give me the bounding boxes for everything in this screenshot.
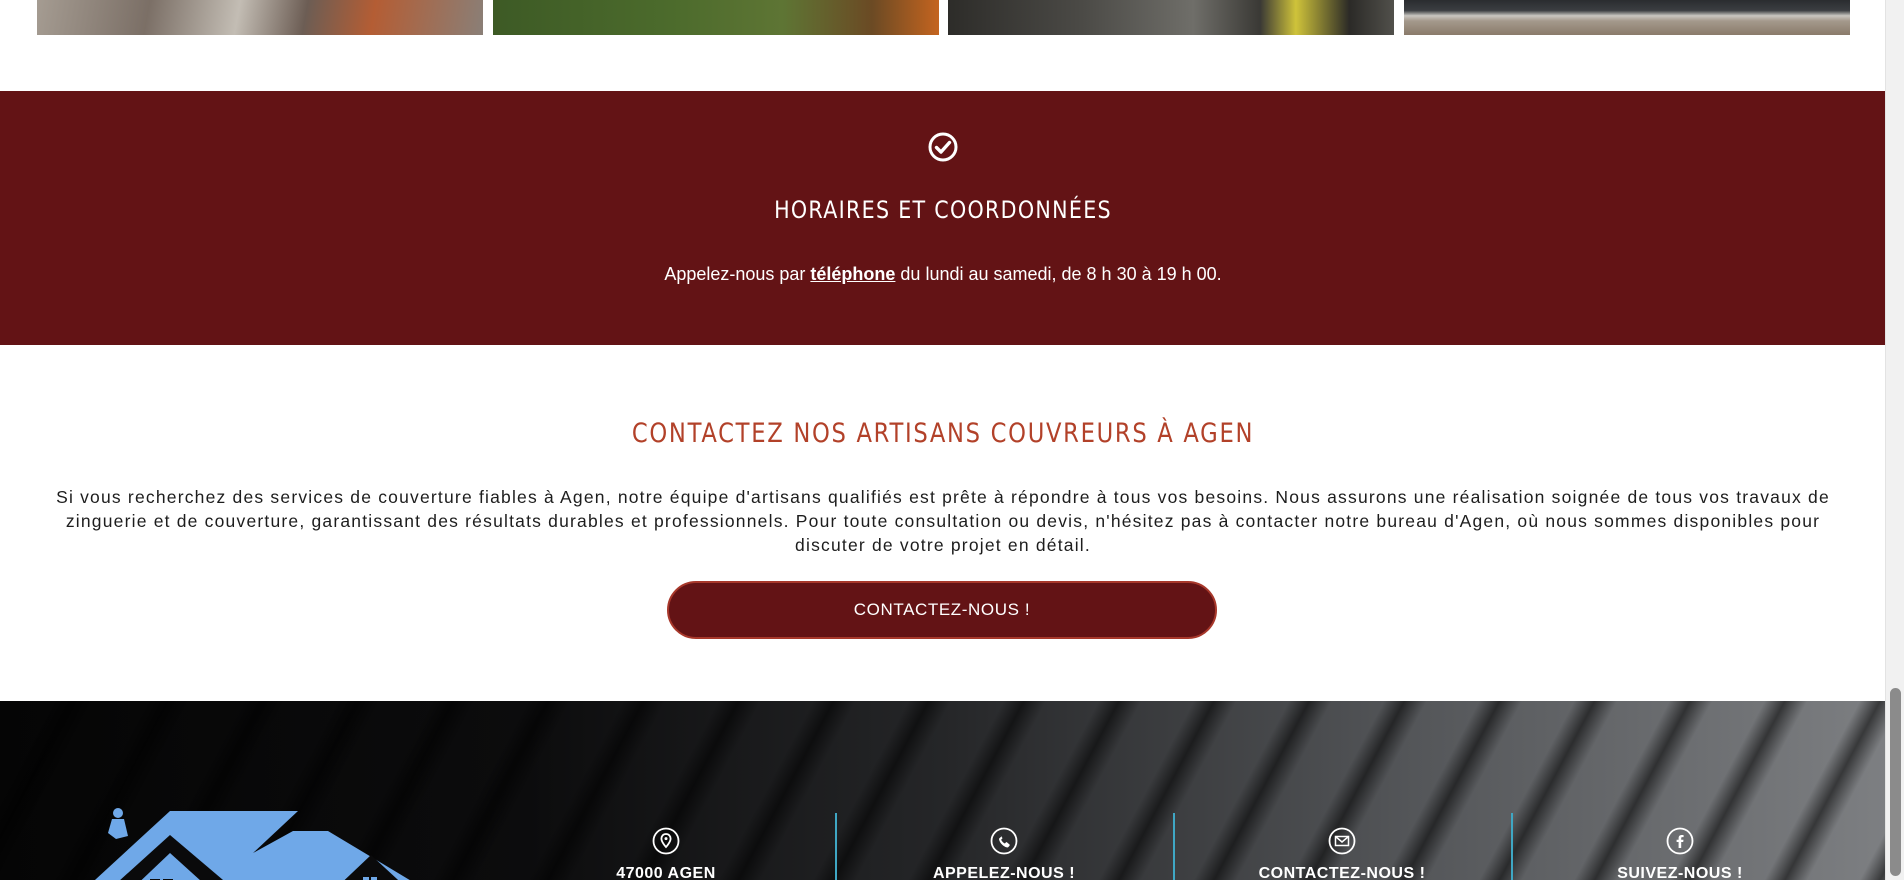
company-logo (94, 808, 410, 880)
gallery-image-garden[interactable] (493, 0, 939, 35)
phone-icon (990, 827, 1018, 855)
photo-gallery (37, 0, 1851, 36)
location-pin-icon (652, 827, 680, 855)
contact-button[interactable]: CONTACTEZ-NOUS ! (667, 581, 1217, 639)
scrollbar-thumb[interactable] (1890, 688, 1901, 876)
gallery-image-gutter[interactable] (1404, 0, 1850, 35)
footer-facebook[interactable]: SUIVEZ-NOUS ! (1512, 821, 1848, 880)
check-circle-icon (928, 132, 958, 162)
vertical-scrollbar[interactable] (1885, 0, 1904, 880)
footer-contact[interactable]: CONTACTEZ-NOUS ! (1174, 821, 1510, 880)
facebook-icon (1666, 827, 1694, 855)
footer-location[interactable]: 47000 AGEN (498, 821, 834, 880)
footer-location-label: 47000 AGEN (616, 865, 716, 880)
gallery-image-roof-repair[interactable] (948, 0, 1394, 35)
footer-contact-label: CONTACTEZ-NOUS ! (1258, 865, 1426, 880)
contact-title: CONTACTEZ NOS ARTISANS COUVREURS À AGEN (631, 418, 1255, 449)
footer: 47000 AGEN APPELEZ-NOUS ! CONTACTEZ-NOUS… (0, 701, 1886, 880)
footer-phone[interactable]: APPELEZ-NOUS ! (836, 821, 1172, 880)
envelope-icon (1328, 827, 1356, 855)
hours-text-after: du lundi au samedi, de 8 h 30 à 19 h 00. (895, 264, 1222, 284)
phone-link[interactable]: téléphone (810, 264, 895, 284)
footer-facebook-label: SUIVEZ-NOUS ! (1617, 865, 1743, 880)
hours-title: HORAIRES ET COORDONNÉES (774, 196, 1112, 224)
gallery-image-roof-tiles[interactable] (37, 0, 483, 35)
contact-paragraph: Si vous recherchez des services de couve… (56, 487, 1830, 555)
hours-text: Appelez-nous par téléphone du lundi au s… (0, 264, 1886, 285)
page: HORAIRES ET COORDONNÉES Appelez-nous par… (0, 0, 1886, 880)
hours-text-before: Appelez-nous par (664, 264, 811, 284)
footer-phone-label: APPELEZ-NOUS ! (932, 865, 1076, 880)
